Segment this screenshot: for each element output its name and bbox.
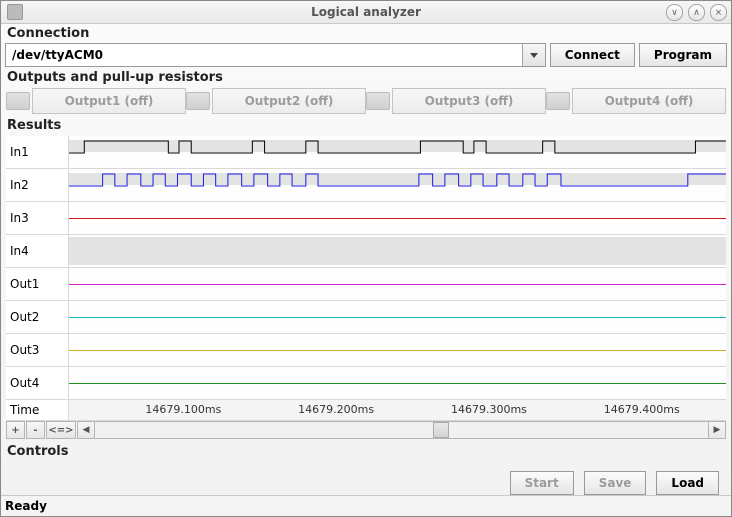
output4-indicator [546,92,570,110]
load-button[interactable]: Load [656,471,719,495]
outputs-title: Outputs and pull-up resistors [7,70,727,85]
channel-label-In2: In2 [6,169,69,201]
channel-plot-In2[interactable] [69,169,726,201]
start-button[interactable]: Start [510,471,574,495]
channel-label-Out1: Out1 [6,268,69,300]
time-tick: 14679.300ms [451,403,527,416]
channel-label-Out3: Out3 [6,334,69,366]
channel-label-In4: In4 [6,235,69,267]
results-grid: In1In2In3In4Out1Out2Out3Out4Time14679.10… [5,135,727,440]
scroll-left-button[interactable]: ◀ [77,421,95,439]
channel-plot-In4[interactable] [69,235,726,267]
channel-plot-In1[interactable] [69,136,726,168]
results-title: Results [7,118,727,133]
chevron-down-icon [530,53,538,58]
output3-button[interactable]: Output3 (off) [392,88,546,114]
maximize-button[interactable]: ∧ [688,4,705,21]
program-button[interactable]: Program [639,43,727,67]
titlebar: Logical analyzer ∨ ∧ × [1,1,731,24]
scroll-thumb[interactable] [433,422,449,438]
output2-indicator [186,92,210,110]
channel-label-In1: In1 [6,136,69,168]
time-label: Time [6,400,69,420]
time-axis: 14679.100ms 14679.200ms 14679.300ms 14679.4… [69,400,726,420]
output1-indicator [6,92,30,110]
controls-title: Controls [7,444,727,459]
port-dropdown-button[interactable] [522,44,545,66]
channel-plot-Out2[interactable] [69,301,726,333]
time-tick: 14679.200ms [298,403,374,416]
zoom-in-button[interactable]: + [6,421,25,439]
status-bar: Ready [1,495,731,516]
port-combobox[interactable] [5,43,546,67]
output4-button[interactable]: Output4 (off) [572,88,726,114]
scroll-right-button[interactable]: ▶ [708,421,726,439]
time-tick: 14679.400ms [604,403,680,416]
time-tick: 14679.100ms [145,403,221,416]
time-scrollbar[interactable]: ◀▶ [77,421,726,439]
output1-button[interactable]: Output1 (off) [32,88,186,114]
close-button[interactable]: × [710,4,727,21]
channel-plot-In3[interactable] [69,202,726,234]
output2-button[interactable]: Output2 (off) [212,88,366,114]
channel-plot-Out3[interactable] [69,334,726,366]
minimize-button[interactable]: ∨ [666,4,683,21]
zoom-out-button[interactable]: - [26,421,45,439]
channel-label-In3: In3 [6,202,69,234]
output3-indicator [366,92,390,110]
zoom-fit-button[interactable]: <=> [46,421,76,439]
channel-label-Out2: Out2 [6,301,69,333]
channel-plot-Out4[interactable] [69,367,726,399]
connection-title: Connection [7,26,727,41]
window-title: Logical analyzer [1,5,731,19]
connect-button[interactable]: Connect [550,43,635,67]
channel-plot-Out1[interactable] [69,268,726,300]
port-input[interactable] [6,48,522,62]
save-button[interactable]: Save [584,471,647,495]
channel-label-Out4: Out4 [6,367,69,399]
